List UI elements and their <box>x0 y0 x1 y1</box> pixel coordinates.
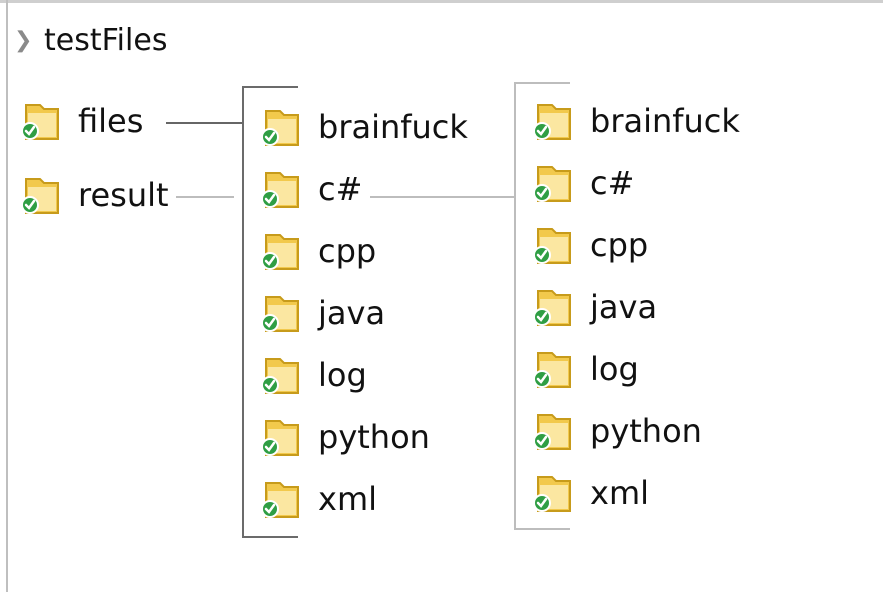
folder-item[interactable]: python <box>530 406 702 456</box>
folder-synced-icon <box>261 296 299 332</box>
folder-synced-icon <box>533 104 571 140</box>
folder-item[interactable]: log <box>530 344 639 394</box>
folder-label: log <box>590 350 639 388</box>
folder-item[interactable]: log <box>258 350 367 400</box>
folder-synced-icon <box>261 482 299 518</box>
pane-top-border <box>0 0 883 3</box>
folder-synced-icon <box>533 352 571 388</box>
folder-item[interactable]: cpp <box>530 220 648 270</box>
connector-line <box>166 122 244 124</box>
folder-synced-icon <box>261 420 299 456</box>
folder-label: cpp <box>590 226 649 264</box>
folder-label: brainfuck <box>318 108 468 146</box>
folder-label: log <box>318 356 367 394</box>
folder-item[interactable]: files <box>18 96 143 146</box>
folder-label: brainfuck <box>590 102 740 140</box>
folder-item[interactable]: brainfuck <box>258 102 468 152</box>
folder-item[interactable]: python <box>258 412 430 462</box>
folder-item[interactable]: java <box>530 282 657 332</box>
folder-synced-icon <box>21 104 59 140</box>
folder-synced-icon <box>533 476 571 512</box>
folder-synced-icon <box>261 234 299 270</box>
folder-label: files <box>78 102 144 140</box>
pane-left-border <box>6 0 8 592</box>
folder-label: python <box>318 418 430 456</box>
connector-line <box>176 196 234 198</box>
connector-line <box>370 196 514 198</box>
folder-label: java <box>318 294 386 332</box>
folder-label: cpp <box>318 232 377 270</box>
root-label: testFiles <box>44 22 168 58</box>
folder-synced-icon <box>21 178 59 214</box>
folder-synced-icon <box>261 172 299 208</box>
folder-item[interactable]: c# <box>258 164 362 214</box>
folder-item[interactable]: xml <box>530 468 649 518</box>
folder-label: result <box>78 176 169 214</box>
folder-synced-icon <box>533 414 571 450</box>
folder-item[interactable]: xml <box>258 474 377 524</box>
folder-label: xml <box>590 474 649 512</box>
folder-item[interactable]: cpp <box>258 226 376 276</box>
folder-label: c# <box>318 170 363 208</box>
tree-root[interactable]: ❯ testFiles <box>14 18 167 62</box>
folder-synced-icon <box>261 110 299 146</box>
folder-item[interactable]: result <box>18 170 169 220</box>
chevron-right-icon[interactable]: ❯ <box>14 28 44 53</box>
folder-label: java <box>590 288 658 326</box>
folder-label: xml <box>318 480 377 518</box>
folder-synced-icon <box>533 228 571 264</box>
folder-label: python <box>590 412 702 450</box>
folder-item[interactable]: c# <box>530 158 634 208</box>
folder-item[interactable]: brainfuck <box>530 96 740 146</box>
folder-synced-icon <box>261 358 299 394</box>
folder-synced-icon <box>533 166 571 202</box>
folder-label: c# <box>590 164 635 202</box>
folder-item[interactable]: java <box>258 288 385 338</box>
folder-synced-icon <box>533 290 571 326</box>
